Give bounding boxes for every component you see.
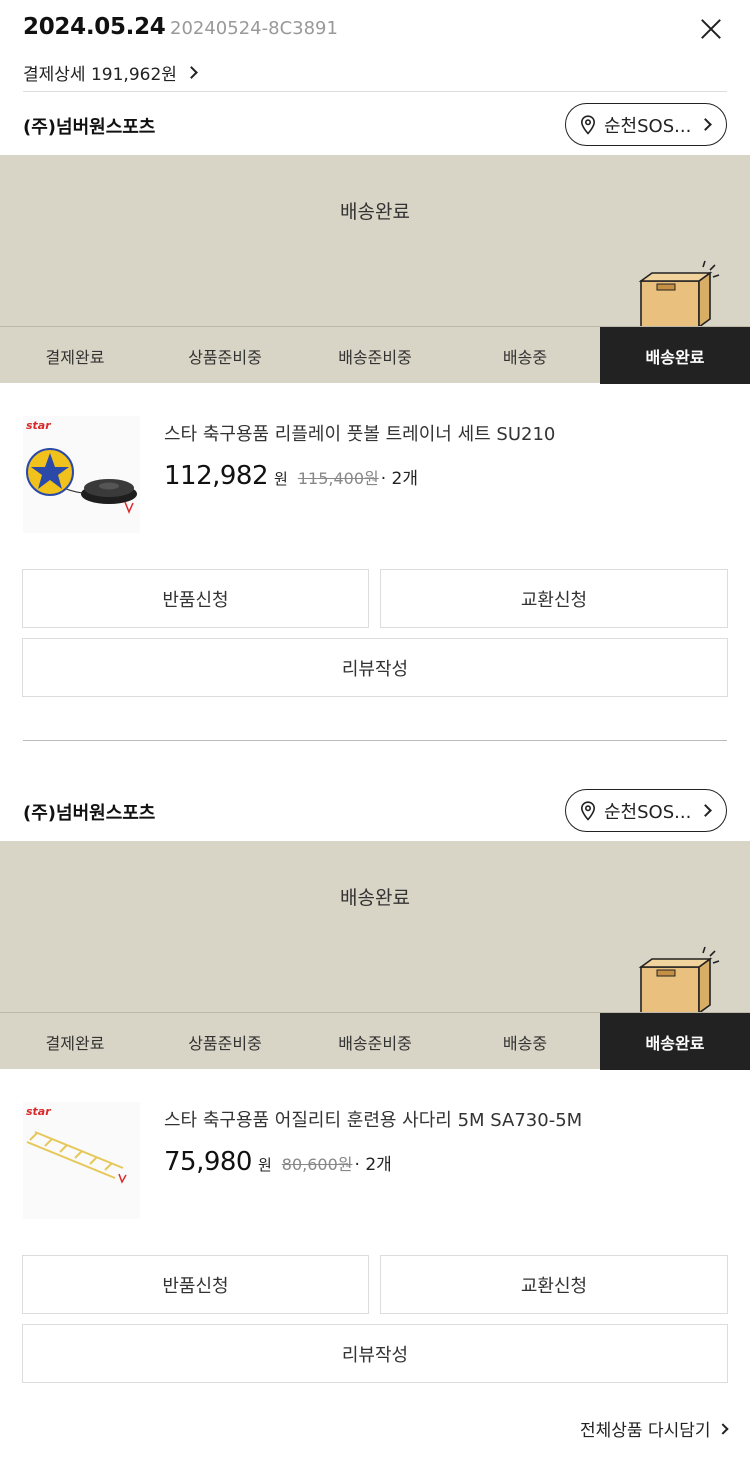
product-price: 112,982 — [164, 461, 269, 491]
seller-name: (주)넘버원스포츠 — [23, 117, 156, 138]
step-in-transit: 배송중 — [502, 347, 548, 367]
step-preparing-product: 상품준비중 — [188, 1033, 262, 1053]
product-thumbnail[interactable]: star — [23, 1102, 140, 1219]
product-item[interactable]: star 스타 축구용품 리플레이 풋볼 트레이너 세트 SU210 112,9… — [0, 383, 750, 563]
order-header: 2024.05.24 20240524-8C3891 결제상세 191,962원 — [0, 0, 750, 92]
status-title: 배송완료 — [340, 201, 410, 223]
chevron-right-icon — [699, 118, 713, 131]
product-price: 75,980 — [164, 1147, 252, 1177]
product-name[interactable]: 스타 축구용품 어질리티 훈련용 사다리 5M SA730-5M — [164, 1106, 582, 1132]
reorder-all-label: 전체상품 다시담기 — [580, 1421, 711, 1441]
seller-row: (주)넘버원스포츠 순천SOS... — [0, 779, 750, 841]
product-image — [26, 1131, 127, 1184]
original-price: 80,600원 — [281, 1155, 353, 1174]
group-divider — [23, 740, 727, 741]
exchange-request-button[interactable]: 교환신청 — [380, 569, 728, 628]
write-review-button[interactable]: 리뷰작성 — [22, 1324, 728, 1383]
product-price-row: 75,980 원 80,600원 · 2개 — [164, 1147, 392, 1177]
chevron-right-icon — [699, 804, 713, 817]
store-name: 순천SOS... — [604, 801, 692, 823]
delivery-status-banner: 배송완료 — [0, 155, 750, 327]
return-request-button[interactable]: 반품신청 — [22, 1255, 369, 1314]
status-title: 배송완료 — [340, 887, 410, 909]
step-preparing-shipment: 배송준비중 — [338, 1033, 412, 1053]
header-divider — [23, 91, 727, 92]
seller-name: (주)넘버원스포츠 — [23, 803, 156, 824]
product-quantity: · 2개 — [380, 469, 418, 489]
chevron-right-icon — [185, 66, 198, 79]
product-name[interactable]: 스타 축구용품 리플레이 풋볼 트레이너 세트 SU210 — [164, 420, 555, 446]
step-payment-complete: 결제완료 — [45, 1033, 105, 1053]
store-name: 순천SOS... — [604, 115, 692, 137]
chevron-right-icon — [716, 1422, 729, 1435]
product-thumbnail[interactable]: star — [23, 416, 140, 533]
order-number: 20240524-8C3891 — [170, 18, 338, 39]
price-currency: 원 — [274, 470, 288, 488]
delivery-status-banner: 배송완료 — [0, 841, 750, 1013]
step-preparing-product: 상품준비중 — [188, 347, 262, 367]
brand-logo: star — [26, 1105, 51, 1118]
store-location-button[interactable]: 순천SOS... — [565, 103, 727, 146]
product-image — [26, 448, 137, 514]
exchange-request-button[interactable]: 교환신청 — [380, 1255, 728, 1314]
return-request-button[interactable]: 반품신청 — [22, 569, 369, 628]
delivery-box-icon — [638, 260, 720, 327]
product-price-row: 112,982 원 115,400원 · 2개 — [164, 461, 418, 491]
step-payment-complete: 결제완료 — [45, 347, 105, 367]
delivery-steps: 결제완료 상품준비중 배송준비중 배송중 배송완료 — [0, 326, 750, 384]
close-icon[interactable] — [696, 14, 726, 44]
payment-detail-link[interactable]: 결제상세 191,962원 — [23, 60, 198, 85]
write-review-button[interactable]: 리뷰작성 — [22, 638, 728, 697]
delivery-steps: 결제완료 상품준비중 배송준비중 배송중 배송완료 — [0, 1012, 750, 1070]
price-currency: 원 — [257, 1156, 272, 1174]
step-preparing-shipment: 배송준비중 — [338, 347, 412, 367]
product-item[interactable]: star 스타 축구용품 어질리티 훈련용 사다리 5M SA730-5M 75… — [0, 1069, 750, 1249]
delivery-box-icon — [638, 946, 720, 1013]
step-delivered: 배송완료 — [600, 327, 750, 384]
original-price: 115,400원 — [297, 469, 379, 488]
location-pin-icon — [580, 800, 596, 821]
store-location-button[interactable]: 순천SOS... — [565, 789, 727, 832]
brand-logo: star — [26, 419, 51, 432]
reorder-all-button[interactable]: 전체상품 다시담기 — [580, 1416, 729, 1441]
product-quantity: · 2개 — [354, 1155, 392, 1175]
step-delivered: 배송완료 — [600, 1013, 750, 1070]
payment-detail-label: 결제상세 191,962원 — [23, 65, 177, 85]
seller-row: (주)넘버원스포츠 순천SOS... — [0, 93, 750, 155]
step-in-transit: 배송중 — [502, 1033, 548, 1053]
location-pin-icon — [580, 114, 596, 135]
order-date: 2024.05.24 — [23, 14, 166, 40]
